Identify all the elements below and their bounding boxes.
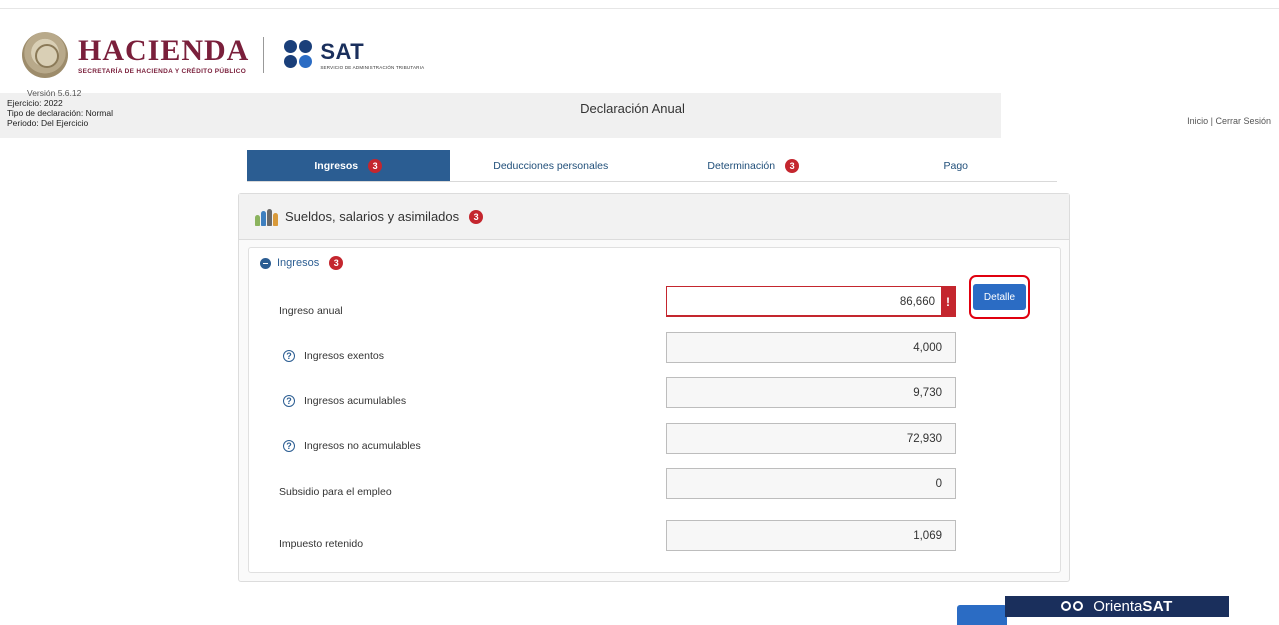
hacienda-logo: HACIENDA SECRETARÍA DE HACIENDA Y CRÉDIT… [78,33,250,75]
tab-deducciones-personales[interactable]: Deducciones personales [450,150,653,181]
tab-determinacion[interactable]: Determinación 3 [652,150,855,181]
hacienda-subtitle: SECRETARÍA DE HACIENDA Y CRÉDITO PÚBLICO [78,67,247,75]
orienta-brand: SAT [1142,598,1173,615]
sat-subtitle: SERVICIO DE ADMINISTRACIÓN TRIBUTARIA [320,64,425,70]
owl-icon [1061,600,1085,613]
tab-bar: Ingresos 3 Deducciones personales Determ… [247,150,1057,182]
tab-label: Deducciones personales [493,159,609,172]
section-title: Ingresos [277,257,320,269]
orienta-prefix: Orienta [1093,598,1143,615]
tab-badge: 3 [785,158,800,173]
ingresos-acumulables-row: ? Ingresos acumulables [279,395,406,407]
people-icon [255,208,279,226]
ingreso-anual-value: 86,660 [899,296,935,308]
error-icon: ! [941,287,955,315]
tab-label: Ingresos [314,159,359,172]
session-links[interactable]: Inicio | Cerrar Sesión [1187,116,1271,126]
subsidio-empleo-field[interactable]: 0 [666,468,956,499]
tab-pago[interactable]: Pago [855,150,1058,181]
bottom-action-button[interactable] [957,605,1007,625]
impuesto-retenido-field[interactable]: 1,069 [666,520,956,551]
periodo-label: Periodo: Del Ejercicio [7,118,89,128]
ingresos-exentos-row: ? Ingresos exentos [279,350,384,362]
subsidio-empleo-label: Subsidio para el empleo [279,486,392,498]
detalle-highlight: Detalle [969,275,1030,319]
header-logos: HACIENDA SECRETARÍA DE HACIENDA Y CRÉDIT… [22,30,424,80]
page-title: Declaración Anual [580,101,685,116]
ingresos-section: Ingresos 3 Ingreso anual 86,660 ! Detall… [248,247,1061,573]
panel-badge: 3 [469,209,484,224]
impuesto-retenido-label: Impuesto retenido [279,538,364,550]
ingresos-no-acumulables-label: Ingresos no acumulables [304,440,421,452]
help-icon[interactable]: ? [283,440,295,452]
national-seal-icon [22,32,68,78]
ingresos-acumulables-label: Ingresos acumulables [304,395,407,407]
tab-label: Pago [943,159,969,172]
panel-title: Sueldos, salarios y asimilados [285,209,460,224]
ingreso-anual-field[interactable]: 86,660 ! [666,286,956,317]
sat-logo-icon [284,40,314,70]
tab-badge: 3 [368,158,383,173]
ingresos-exentos-field[interactable]: 4,000 [666,332,956,363]
help-icon[interactable]: ? [283,395,295,407]
ingresos-no-acumulables-field[interactable]: 72,930 [666,423,956,454]
ingreso-anual-label: Ingreso anual [279,305,343,317]
ingresos-collapse-toggle[interactable]: Ingresos 3 [260,256,344,270]
orienta-sat-widget[interactable]: Orienta SAT [1005,596,1229,617]
ingresos-exentos-label: Ingresos exentos [304,350,384,362]
section-badge: 3 [329,256,344,270]
logo-divider [263,37,265,73]
panel-header[interactable]: Sueldos, salarios y asimilados 3 [239,194,1069,240]
version-label: Versión 5.6.12 [27,88,82,98]
help-icon[interactable]: ? [283,350,295,362]
top-divider [0,8,1279,9]
detalle-button[interactable]: Detalle [973,284,1026,310]
tab-ingresos[interactable]: Ingresos 3 [247,150,450,181]
sat-name: SAT [320,38,365,64]
tab-label: Determinación [707,159,776,172]
hacienda-name: HACIENDA [78,33,250,67]
sueldos-panel: Sueldos, salarios y asimilados 3 Ingreso… [238,193,1070,582]
collapse-minus-icon [260,257,271,269]
ingresos-acumulables-field[interactable]: 9,730 [666,377,956,408]
sat-logo: SAT SERVICIO DE ADMINISTRACIÓN TRIBUTARI… [320,38,425,70]
ingresos-no-acumulables-row: ? Ingresos no acumulables [279,440,421,452]
